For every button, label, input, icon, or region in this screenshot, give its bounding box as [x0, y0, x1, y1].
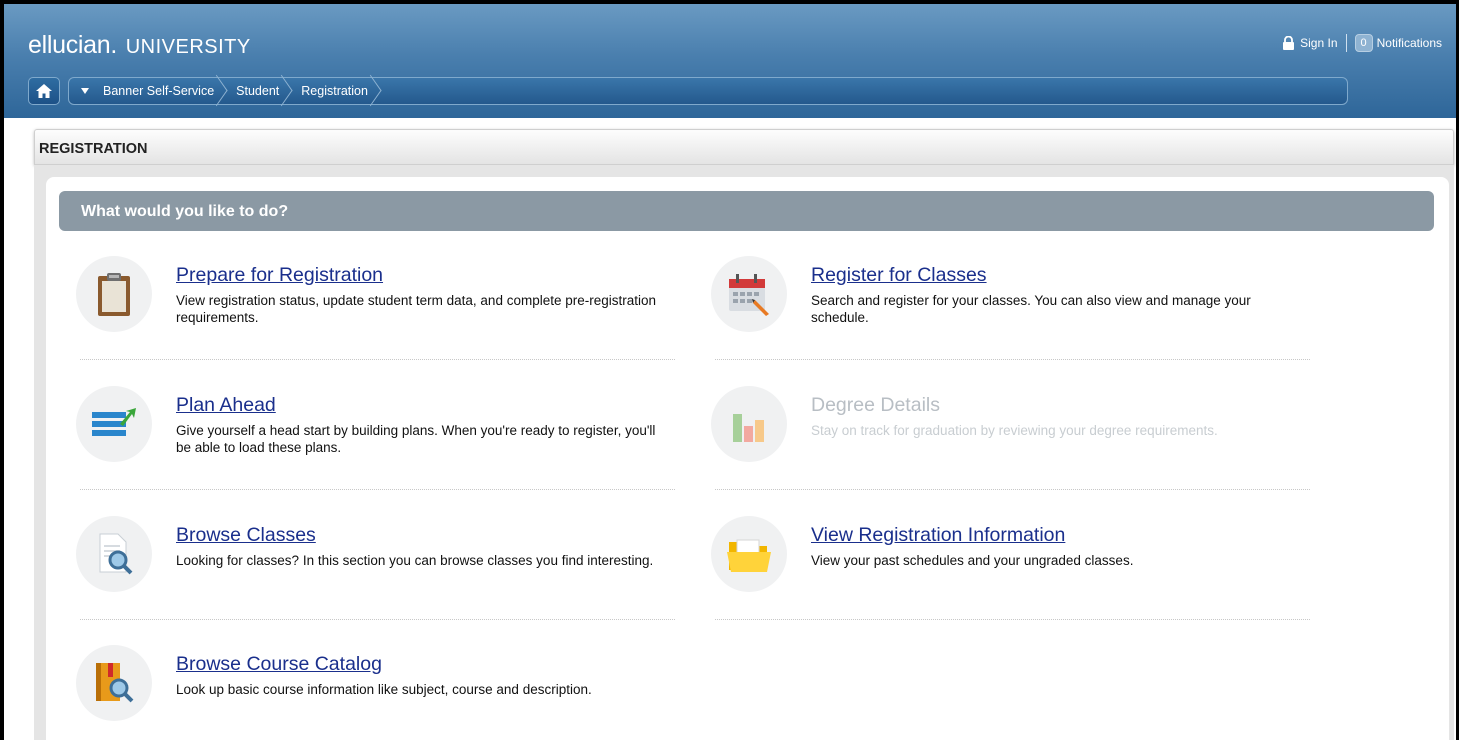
user-utilities: Sign In 0 Notifications [1282, 34, 1442, 52]
browse-course-catalog-link[interactable]: Browse Course Catalog [176, 653, 382, 676]
plan-ahead-description: Give yourself a head start by building p… [176, 423, 656, 455]
divider [80, 619, 675, 620]
action-view-registration-information: View Registration Information View your … [711, 516, 1311, 636]
register-for-classes-link[interactable]: Register for Classes [811, 264, 987, 287]
divider [80, 489, 675, 490]
ellucian-logo[interactable]: ellucian. UNIVERSITY [28, 31, 251, 60]
view-registration-information-link[interactable]: View Registration Information [811, 524, 1065, 547]
app-header: ellucian. UNIVERSITY Sign In 0 Notificat… [4, 4, 1456, 118]
action-browse-course-catalog: Browse Course Catalog Look up basic cour… [76, 645, 676, 740]
prepare-for-registration-description: View registration status, update student… [176, 293, 657, 325]
register-for-classes-description: Search and register for your classes. Yo… [811, 293, 1251, 325]
bar-chart-icon [711, 386, 787, 462]
notifications-link[interactable]: Notifications [1377, 36, 1442, 50]
lock-icon [1283, 36, 1295, 50]
logo-dot: . [110, 31, 118, 59]
degree-details-link: Degree Details [811, 394, 940, 416]
breadcrumb-item-student[interactable]: Student [228, 77, 293, 105]
navigation-bar: Banner Self-Service Student Registration [28, 76, 1348, 106]
browser-frame: ellucian. UNIVERSITY Sign In 0 Notificat… [0, 0, 1459, 740]
breadcrumb: Banner Self-Service Student Registration [68, 77, 1348, 105]
home-button[interactable] [28, 77, 60, 105]
notifications-count-badge[interactable]: 0 [1354, 34, 1373, 52]
page-title: REGISTRATION [39, 141, 148, 157]
divider [715, 619, 1310, 620]
section-header: REGISTRATION [34, 129, 1454, 165]
clipboard-icon[interactable] [76, 256, 152, 332]
folder-icon[interactable] [711, 516, 787, 592]
browse-course-catalog-description: Look up basic course information like su… [176, 682, 592, 697]
degree-details-description: Stay on track for graduation by reviewin… [811, 423, 1218, 438]
action-browse-classes: Browse Classes Looking for classes? In t… [76, 516, 676, 636]
plan-list-icon[interactable] [76, 386, 152, 462]
divider [80, 359, 675, 360]
sign-in-link[interactable]: Sign In [1300, 36, 1337, 50]
breadcrumb-item-banner-self-service[interactable]: Banner Self-Service [95, 77, 228, 105]
action-prepare-for-registration: Prepare for Registration View registrati… [76, 256, 676, 376]
logo-brand: ellucian [28, 31, 111, 59]
book-search-icon[interactable] [76, 645, 152, 721]
calendar-icon[interactable] [711, 256, 787, 332]
divider [715, 359, 1310, 360]
panel-title: What would you like to do? [81, 203, 289, 220]
action-plan-ahead: Plan Ahead Give yourself a head start by… [76, 386, 676, 506]
logo-university: UNIVERSITY [125, 36, 251, 58]
magnify-document-icon[interactable] [76, 516, 152, 592]
browse-classes-link[interactable]: Browse Classes [176, 524, 316, 547]
panel-header: What would you like to do? [59, 191, 1434, 231]
divider [715, 489, 1310, 490]
plan-ahead-link[interactable]: Plan Ahead [176, 394, 276, 417]
breadcrumb-menu-caret-icon[interactable] [81, 88, 89, 94]
prepare-for-registration-link[interactable]: Prepare for Registration [176, 264, 383, 287]
browse-classes-description: Looking for classes? In this section you… [176, 553, 654, 568]
view-registration-information-description: View your past schedules and your ungrad… [811, 553, 1134, 568]
utility-divider [1345, 34, 1347, 52]
breadcrumb-item-registration[interactable]: Registration [293, 77, 382, 105]
home-icon [36, 84, 52, 98]
action-register-for-classes: Register for Classes Search and register… [711, 256, 1311, 376]
action-degree-details: Degree Details Stay on track for graduat… [711, 386, 1311, 506]
